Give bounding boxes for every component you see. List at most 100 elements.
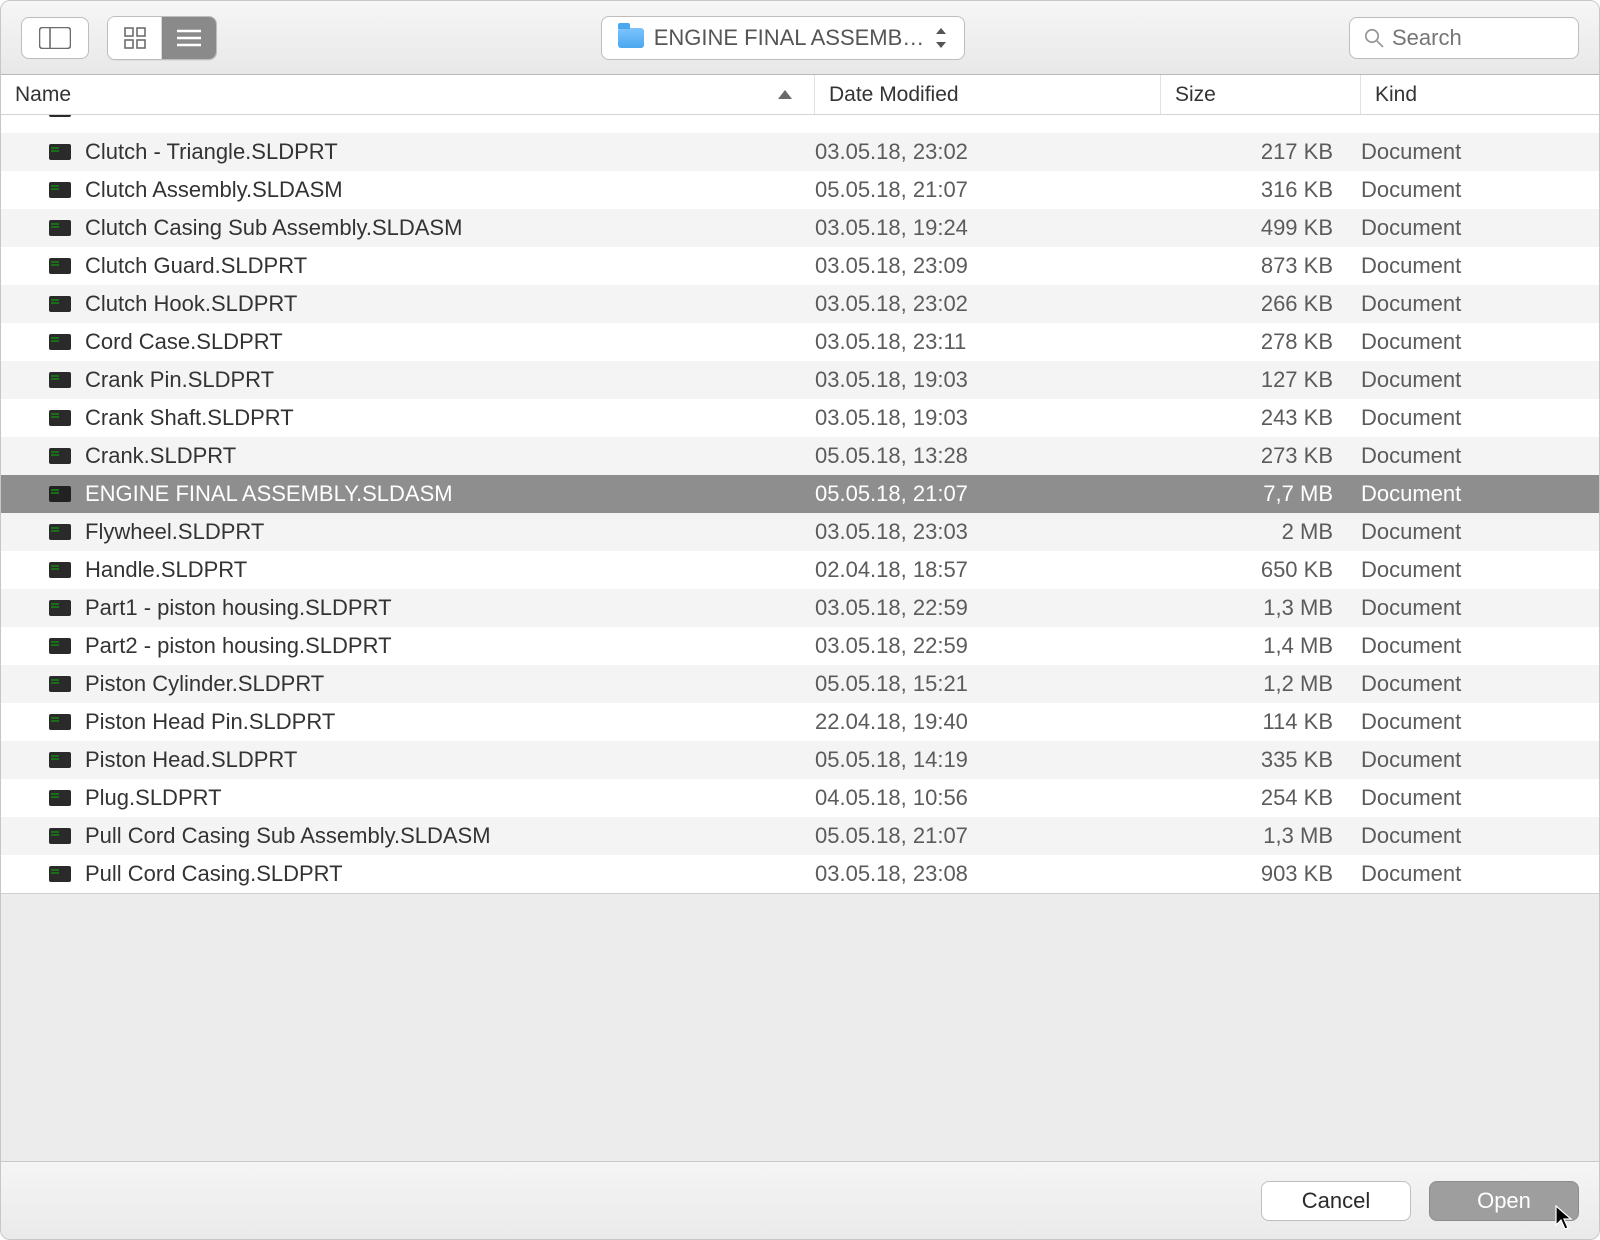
header-date-label: Date Modified: [829, 83, 959, 107]
view-icons-button[interactable]: [108, 17, 162, 59]
table-row[interactable]: Clutch Casing Sub Assembly.SLDASM03.05.1…: [1, 209, 1599, 247]
search-input[interactable]: [1392, 25, 1564, 51]
document-icon: [49, 372, 71, 388]
file-name-label: Clutch Assembly.SLDASM: [85, 177, 343, 203]
view-list-button[interactable]: [162, 17, 216, 59]
file-name-cell: Clutch Hook.SLDPRT: [1, 291, 815, 317]
file-kind-cell: Document: [1361, 671, 1599, 697]
open-button[interactable]: Open: [1429, 1181, 1579, 1221]
file-size-cell: 278 KB: [1161, 329, 1361, 355]
file-name-label: Pull Cord Casing.SLDPRT: [85, 861, 343, 887]
file-size-cell: 335 KB: [1161, 747, 1361, 773]
table-row[interactable]: Flywheel.SLDPRT03.05.18, 23:032 MBDocume…: [1, 513, 1599, 551]
table-row[interactable]: Plug.SLDPRT04.05.18, 10:56254 KBDocument: [1, 779, 1599, 817]
header-kind[interactable]: Kind: [1361, 75, 1599, 114]
file-size-cell: 266 KB: [1161, 291, 1361, 317]
file-name-cell: Crank.SLDPRT: [1, 443, 815, 469]
table-row[interactable]: Part2 - piston housing.SLDPRT03.05.18, 2…: [1, 627, 1599, 665]
file-kind-cell: Document: [1361, 291, 1599, 317]
file-name-label: Part2 - piston housing.SLDPRT: [85, 633, 392, 659]
file-size-cell: 1,4 MB: [1161, 633, 1361, 659]
file-date-cell: 03.05.18, 23:08: [815, 861, 1161, 887]
folder-icon: [618, 28, 644, 48]
file-kind-cell: Document: [1361, 823, 1599, 849]
toggle-sidebar-button[interactable]: [21, 17, 89, 59]
table-row[interactable]: Piston Head Pin.SLDPRT22.04.18, 19:40114…: [1, 703, 1599, 741]
file-name-label: Crank Shaft.SLDPRT: [85, 405, 294, 431]
table-row[interactable]: Clutch Guard.SLDPRT03.05.18, 23:09873 KB…: [1, 247, 1599, 285]
file-kind-cell: Document: [1361, 481, 1599, 507]
toolbar: ENGINE FINAL ASSEMB…: [1, 1, 1599, 75]
file-size-cell: 903 KB: [1161, 861, 1361, 887]
file-size-cell: 127 KB: [1161, 367, 1361, 393]
file-name-cell: Piston Head Pin.SLDPRT: [1, 709, 815, 735]
table-row[interactable]: Piston Cylinder.SLDPRT05.05.18, 15:211,2…: [1, 665, 1599, 703]
table-row[interactable]: Crank Shaft.SLDPRT03.05.18, 19:03243 KBD…: [1, 399, 1599, 437]
document-icon: [49, 638, 71, 654]
table-row[interactable]: Clutch - Triangle.SLDPRT03.05.18, 23:022…: [1, 133, 1599, 171]
document-icon: [49, 144, 71, 160]
folder-dropdown[interactable]: ENGINE FINAL ASSEMB…: [601, 16, 966, 60]
file-name-cell: Clutch Casing Sub Assembly.SLDASM: [1, 215, 815, 241]
file-name-cell: Crank Shaft.SLDPRT: [1, 405, 815, 431]
file-kind-cell: Document: [1361, 785, 1599, 811]
file-name-cell: Pull Cord Casing Sub Assembly.SLDASM: [1, 823, 815, 849]
table-row[interactable]: Part1 - piston housing.SLDPRT03.05.18, 2…: [1, 589, 1599, 627]
file-kind-cell: Document: [1361, 595, 1599, 621]
file-date-cell: 03.05.18, 23:11: [815, 329, 1161, 355]
file-name-cell: ENGINE FINAL ASSEMBLY.SLDASM: [1, 481, 815, 507]
table-row[interactable]: Cord Case.SLDPRT03.05.18, 23:11278 KBDoc…: [1, 323, 1599, 361]
file-name-cell: Plug.SLDPRT: [1, 785, 815, 811]
file-kind-cell: Document: [1361, 557, 1599, 583]
header-name-label: Name: [15, 83, 71, 107]
file-date-cell: 03.05.18, 23:03: [815, 519, 1161, 545]
file-kind-cell: Document: [1361, 861, 1599, 887]
file-size-cell: 1,3 MB: [1161, 823, 1361, 849]
table-row[interactable]: ENGINE FINAL ASSEMBLY.SLDASM05.05.18, 21…: [1, 475, 1599, 513]
document-icon: [49, 296, 71, 312]
table-row[interactable]: Pull Cord Casing Sub Assembly.SLDASM05.0…: [1, 817, 1599, 855]
dialog-footer: Cancel Open: [1, 1161, 1599, 1239]
file-size-cell: 273 KB: [1161, 443, 1361, 469]
document-icon: [49, 600, 71, 616]
header-size[interactable]: Size: [1161, 75, 1361, 114]
table-row[interactable]: Piston Head.SLDPRT05.05.18, 14:19335 KBD…: [1, 741, 1599, 779]
table-row[interactable]: Clutch Assembly.SLDASM05.05.18, 21:07316…: [1, 171, 1599, 209]
table-row[interactable]: Crank.SLDPRT05.05.18, 13:28273 KBDocumen…: [1, 437, 1599, 475]
table-row[interactable]: Crank Pin.SLDPRT03.05.18, 19:03127 KBDoc…: [1, 361, 1599, 399]
header-name[interactable]: Name: [1, 75, 815, 114]
file-date-cell: 05.05.18, 13:28: [815, 443, 1161, 469]
file-name-cell: Clutch - Triangle.SLDPRT: [1, 139, 815, 165]
file-name-cell: Handle.SLDPRT: [1, 557, 815, 583]
file-kind-cell: Document: [1361, 253, 1599, 279]
table-row[interactable]: Pull Cord Casing.SLDPRT 03.05.18, 23:0890…: [1, 855, 1599, 893]
file-size-cell: 873 KB: [1161, 253, 1361, 279]
cancel-button[interactable]: Cancel: [1261, 1181, 1411, 1221]
file-name-cell: Pull Cord Casing.SLDPRT: [1, 861, 815, 887]
search-field[interactable]: [1349, 17, 1579, 59]
file-kind-cell: Document: [1361, 139, 1599, 165]
sort-ascending-icon: [778, 90, 792, 99]
file-name-label: Handle.SLDPRT: [85, 557, 247, 583]
table-row[interactable]: Handle.SLDPRT02.04.18, 18:57650 KBDocume…: [1, 551, 1599, 589]
document-icon: [49, 828, 71, 844]
file-date-cell: 05.05.18, 14:19: [815, 747, 1161, 773]
file-name-label: Clutch Hook.SLDPRT: [85, 291, 297, 317]
file-date-cell: 03.05.18, 23:02: [815, 291, 1161, 317]
file-name-cell: Piston Head.SLDPRT: [1, 747, 815, 773]
file-name-label: Cord Case.SLDPRT: [85, 329, 283, 355]
document-icon: [49, 866, 71, 882]
header-date[interactable]: Date Modified: [815, 75, 1161, 114]
file-kind-cell: Document: [1361, 709, 1599, 735]
table-row[interactable]: Clutch Hook.SLDPRT 03.05.18, 23:02266 KBD…: [1, 285, 1599, 323]
file-size-cell: 650 KB: [1161, 557, 1361, 583]
file-name-cell: Clutch Assembly.SLDASM: [1, 177, 815, 203]
table-row[interactable]: [1, 115, 1599, 133]
document-icon: [49, 182, 71, 198]
document-icon: [49, 410, 71, 426]
file-list[interactable]: Clutch - Triangle.SLDPRT03.05.18, 23:022…: [1, 115, 1599, 893]
file-size-cell: 2 MB: [1161, 519, 1361, 545]
file-name-label: Plug.SLDPRT: [85, 785, 222, 811]
file-name-label: Piston Cylinder.SLDPRT: [85, 671, 324, 697]
file-name-label: Crank.SLDPRT: [85, 443, 236, 469]
